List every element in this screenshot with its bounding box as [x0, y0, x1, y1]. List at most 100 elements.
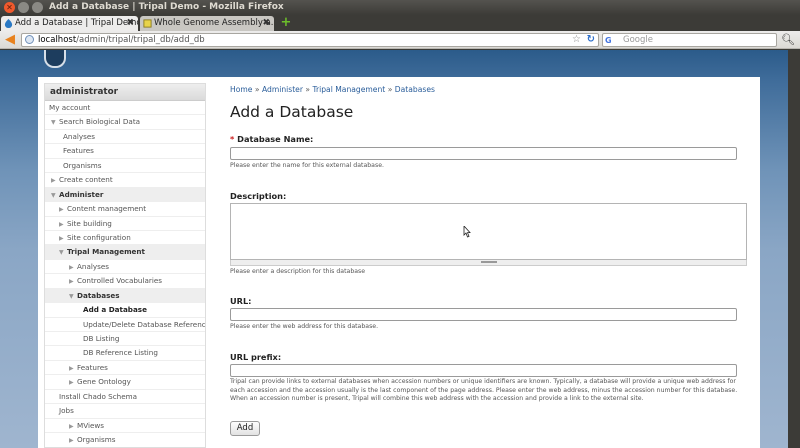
grip-handle-icon[interactable] [481, 261, 497, 263]
admin-sidebar: administrator My account ▼ Search Biologic… [44, 83, 206, 448]
sidebar-item-label: Controlled Vocabularies [77, 276, 162, 286]
url-bar[interactable]: localhost/admin/tripal/tripal_db/add_db … [21, 33, 599, 47]
breadcrumb-separator: » [387, 85, 393, 94]
content-area: administrator My account ▼ Search Biologic… [38, 77, 760, 448]
collapsed-arrow-icon: ▶ [59, 220, 64, 228]
description-textarea[interactable] [230, 203, 747, 260]
site-header [38, 50, 760, 77]
tab-add-database[interactable]: Add a Database | Tripal Demo ✖ [1, 16, 138, 31]
sidebar-item-label: Administer [59, 189, 104, 199]
sidebar-item-organisms[interactable]: Organisms [45, 159, 205, 174]
sidebar-item-label: DB Listing [83, 334, 120, 343]
breadcrumb-separator: » [254, 85, 260, 94]
reload-icon[interactable]: ↻ [587, 34, 595, 46]
sidebar-item-add-a-database[interactable]: Add a Database [45, 303, 205, 318]
google-engine-icon[interactable]: G [605, 35, 619, 45]
drupal-favicon-icon [4, 19, 13, 28]
sidebar-item-label: MViews [77, 420, 105, 430]
site-logo-icon[interactable] [44, 50, 66, 68]
description-help: Please enter a description for this data… [230, 268, 366, 275]
sidebar-item-site-building[interactable]: ▶ Site building [45, 217, 205, 231]
sidebar-item-controlled-vocabularies[interactable]: ▶ Controlled Vocabularies [45, 274, 205, 289]
sidebar-item-label: Site building [67, 218, 112, 228]
search-bar[interactable]: G Google [602, 33, 777, 47]
database-name-input[interactable] [230, 147, 737, 160]
collapsed-arrow-icon: ▶ [59, 234, 64, 242]
sidebar-item-install-chado-schema[interactable]: Install Chado Schema [45, 390, 205, 405]
database-name-help: Please enter the name for this external … [230, 162, 384, 169]
database-name-label-text: Database Name: [237, 134, 314, 144]
sidebar-item-databases[interactable]: ▼ Databases [45, 288, 205, 304]
tab-label: Whole Genome Assembly a... [154, 18, 274, 28]
sidebar-item-my-account[interactable]: My account [45, 101, 205, 116]
sidebar-item-features[interactable]: ▶ Features [45, 361, 205, 376]
tab-close-icon[interactable]: ✖ [126, 16, 134, 30]
window-title: Add a Database | Tripal Demo - Mozilla F… [49, 2, 284, 12]
expanded-arrow-icon: ▼ [59, 249, 64, 257]
sidebar-item-label: Gene Ontology [77, 377, 131, 387]
sidebar-item-jobs[interactable]: Jobs [45, 404, 205, 419]
textarea-resize-grip[interactable] [230, 260, 747, 266]
add-button[interactable]: Add [230, 421, 260, 436]
collapsed-arrow-icon: ▶ [59, 206, 64, 214]
back-arrow-icon[interactable]: ◀ [3, 33, 17, 47]
sidebar-item-organisms[interactable]: ▶ Organisms [45, 433, 205, 447]
sidebar-item-db-listing[interactable]: DB Listing [45, 332, 205, 347]
sidebar-item-label: Update/Delete Database References [83, 319, 206, 329]
breadcrumb-home-link[interactable]: Home [230, 85, 252, 94]
sidebar-item-site-configuration[interactable]: ▶ Site configuration [45, 231, 205, 246]
sidebar-item-update-delete-database-references[interactable]: Update/Delete Database References [45, 318, 205, 332]
collapsed-arrow-icon: ▶ [69, 437, 74, 445]
close-window-button[interactable]: ✕ [4, 2, 15, 13]
tab-close-icon[interactable]: ✖ [262, 16, 270, 30]
site-identity-icon[interactable] [25, 35, 34, 44]
expanded-arrow-icon: ▼ [69, 292, 74, 300]
sidebar-item-db-reference-listing[interactable]: DB Reference Listing [45, 346, 205, 361]
database-name-label: * Database Name: [230, 134, 313, 144]
breadcrumb-administer-link[interactable]: Administer [262, 85, 303, 94]
breadcrumb-databases-link[interactable]: Databases [395, 85, 435, 94]
sidebar-item-content-management[interactable]: ▶ Content management [45, 202, 205, 217]
sidebar-item-label: Organisms [63, 160, 102, 170]
sidebar-item-label: Content management [67, 204, 147, 214]
sidebar-item-label: Site configuration [67, 232, 131, 242]
sidebar-item-label: My account [49, 103, 91, 112]
breadcrumb-tripal-management-link[interactable]: Tripal Management [312, 85, 385, 94]
sidebar-item-create-content[interactable]: ▶ Create content [45, 173, 205, 188]
minimize-window-button[interactable] [18, 2, 29, 13]
url-text: localhost/admin/tripal/tripal_db/add_db [38, 34, 205, 46]
sidebar-item-label: Analyses [63, 131, 96, 141]
page-favicon-icon [143, 19, 152, 28]
sidebar-item-label: DB Reference Listing [83, 348, 158, 358]
breadcrumb: Home » Administer » Tripal Management » … [230, 85, 750, 97]
sidebar-item-analyses[interactable]: Analyses [45, 130, 205, 145]
tab-label: Add a Database | Tripal Demo [15, 18, 138, 28]
maximize-window-button[interactable] [32, 2, 43, 13]
url-input[interactable] [230, 308, 737, 321]
url-prefix-input[interactable] [230, 364, 737, 377]
tab-strip: Add a Database | Tripal Demo ✖ Whole Gen… [0, 15, 800, 31]
bookmark-star-icon[interactable]: ☆ [572, 34, 581, 46]
page-viewport: administrator My account ▼ Search Biologic… [0, 50, 800, 448]
sidebar-item-features[interactable]: Features [45, 144, 205, 159]
sidebar-item-label: Install Chado Schema [59, 391, 138, 401]
sidebar-item-analyses[interactable]: ▶ Analyses [45, 260, 205, 275]
sidebar-item-tripal-management[interactable]: ▼ Tripal Management [45, 245, 205, 260]
admin-menu: My account ▼ Search Biological Data Analyse… [45, 101, 205, 447]
sidebar-item-search-biological-data[interactable]: ▼ Search Biological Data [45, 115, 205, 130]
sidebar-item-label: Create content [59, 175, 113, 185]
expanded-arrow-icon: ▼ [51, 191, 56, 199]
sidebar-item-gene-ontology[interactable]: ▶ Gene Ontology [45, 375, 205, 390]
new-tab-plus-icon[interactable]: + [279, 16, 293, 30]
url-host: localhost [38, 35, 77, 45]
tab-whole-genome[interactable]: Whole Genome Assembly a... ✖ [140, 16, 274, 31]
sidebar-title: administrator [45, 84, 205, 101]
collapsed-arrow-icon: ▶ [69, 422, 74, 430]
sidebar-item-mviews[interactable]: ▶ MViews [45, 419, 205, 434]
magnifier-search-icon[interactable]: 🔍︎ [780, 33, 796, 47]
main-content: Home » Administer » Tripal Management » … [230, 85, 750, 445]
page-right-edge [788, 50, 800, 448]
sidebar-item-label: Search Biological Data [59, 117, 141, 127]
sidebar-item-administer[interactable]: ▼ Administer [45, 187, 205, 203]
sidebar-item-label: Tripal Management [67, 247, 145, 257]
